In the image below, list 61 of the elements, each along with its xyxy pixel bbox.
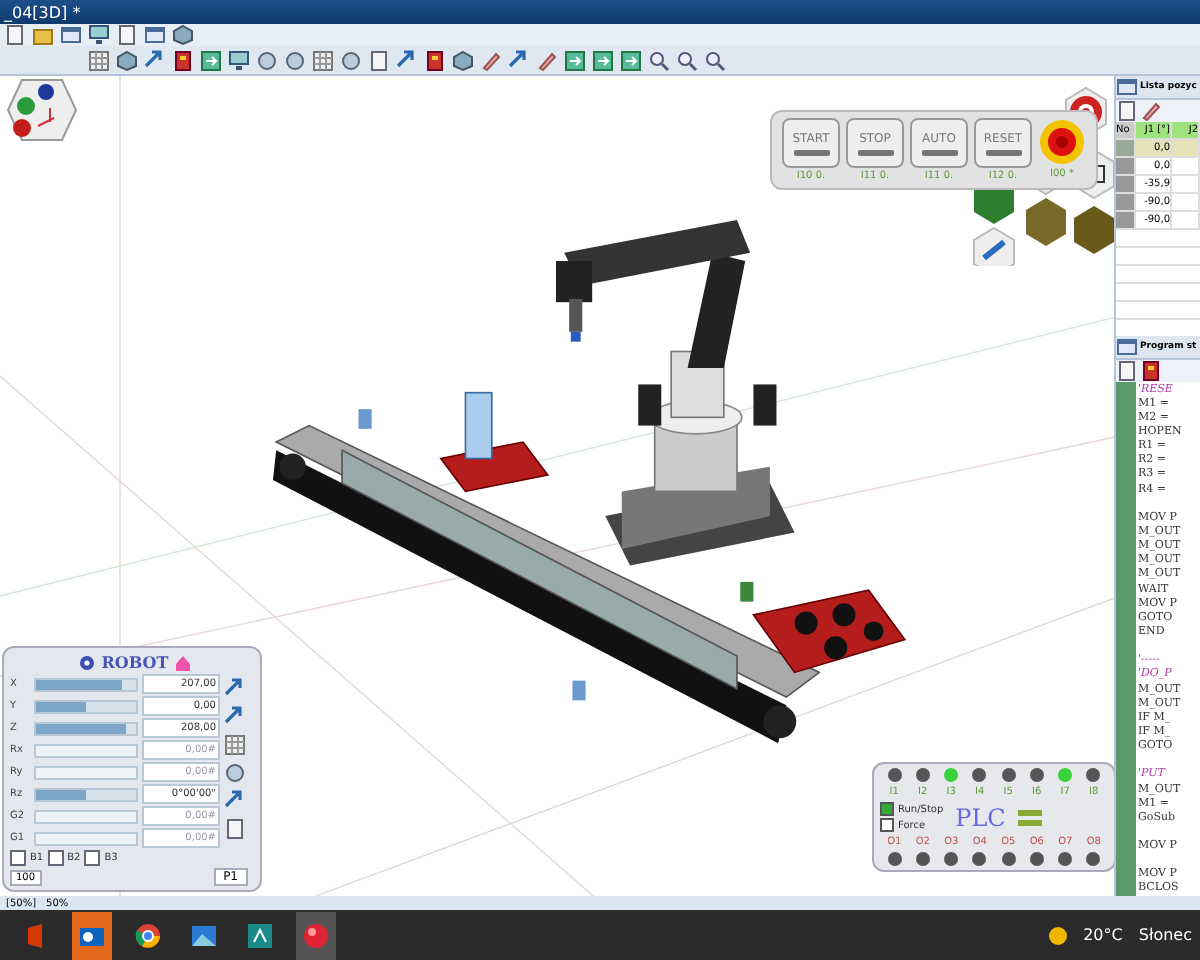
mail-icon[interactable] bbox=[72, 911, 112, 959]
window-icon[interactable] bbox=[1116, 76, 1138, 98]
axis-slider[interactable] bbox=[34, 809, 138, 823]
arrow-icon[interactable] bbox=[224, 706, 246, 728]
book-icon[interactable] bbox=[424, 49, 446, 71]
grid-icon[interactable] bbox=[312, 49, 334, 71]
grid-icon[interactable] bbox=[224, 734, 246, 756]
gear-icon[interactable] bbox=[77, 653, 96, 671]
book-icon[interactable] bbox=[172, 49, 194, 71]
navigation-cube-icon[interactable] bbox=[6, 78, 78, 142]
grid-icon[interactable] bbox=[88, 49, 110, 71]
axis-slider[interactable] bbox=[34, 699, 138, 713]
magnifier-icon[interactable] bbox=[648, 49, 670, 71]
magnifier-icon[interactable] bbox=[704, 49, 726, 71]
plc-title: PLC bbox=[955, 803, 1006, 831]
page-icon[interactable] bbox=[4, 24, 26, 46]
emergency-stop-button[interactable] bbox=[1038, 118, 1086, 166]
circle-icon[interactable] bbox=[284, 49, 306, 71]
axis-slider[interactable] bbox=[34, 765, 138, 779]
folder-icon[interactable] bbox=[32, 24, 54, 46]
window-icon[interactable] bbox=[1116, 336, 1138, 358]
hexagon-tool-buttons-drawing[interactable] bbox=[970, 86, 1114, 266]
window-icon[interactable] bbox=[60, 24, 82, 46]
page-icon[interactable] bbox=[1116, 100, 1138, 122]
axis-slider[interactable] bbox=[34, 677, 138, 691]
circle-icon[interactable] bbox=[256, 49, 278, 71]
arrow-box-icon[interactable] bbox=[620, 49, 642, 71]
arrow-icon[interactable] bbox=[396, 49, 418, 71]
panel-title: ROBOT bbox=[101, 652, 169, 672]
arrow-icon[interactable] bbox=[224, 790, 246, 812]
page-icon[interactable] bbox=[1116, 360, 1138, 382]
circle-icon[interactable] bbox=[224, 762, 246, 784]
arrow-icon[interactable] bbox=[224, 678, 246, 700]
page-icon[interactable] bbox=[368, 49, 390, 71]
monitor-icon[interactable] bbox=[88, 24, 110, 46]
arrow-icon[interactable] bbox=[508, 49, 530, 71]
window-title: _04[3D] * bbox=[2, 3, 81, 21]
window-icon[interactable] bbox=[144, 24, 166, 46]
arrow-icon[interactable] bbox=[144, 49, 166, 71]
page-icon[interactable] bbox=[224, 818, 246, 840]
checkbox[interactable] bbox=[47, 850, 64, 866]
arrow-box-icon[interactable] bbox=[592, 49, 614, 71]
magnifier-icon[interactable] bbox=[676, 49, 698, 71]
axis-slider[interactable] bbox=[34, 831, 138, 845]
toggle-icon[interactable] bbox=[1017, 809, 1042, 825]
circle-icon[interactable] bbox=[340, 49, 362, 71]
arrow-box-icon[interactable] bbox=[564, 49, 586, 71]
checkbox[interactable] bbox=[880, 818, 894, 832]
page-icon[interactable] bbox=[116, 24, 138, 46]
checkbox[interactable] bbox=[84, 850, 101, 866]
temperature: 20°C bbox=[1083, 926, 1123, 944]
book-icon[interactable] bbox=[1140, 360, 1162, 382]
monitor-icon[interactable] bbox=[228, 49, 250, 71]
sun-icon bbox=[1047, 925, 1068, 945]
checkbox[interactable] bbox=[880, 802, 894, 816]
axis-slider[interactable] bbox=[34, 721, 138, 735]
axis-slider[interactable] bbox=[34, 787, 138, 801]
arrow-box-icon[interactable] bbox=[200, 49, 222, 71]
axis-slider[interactable] bbox=[34, 743, 138, 757]
weather-text: Słonec bbox=[1138, 926, 1192, 944]
checkbox[interactable] bbox=[10, 850, 26, 866]
